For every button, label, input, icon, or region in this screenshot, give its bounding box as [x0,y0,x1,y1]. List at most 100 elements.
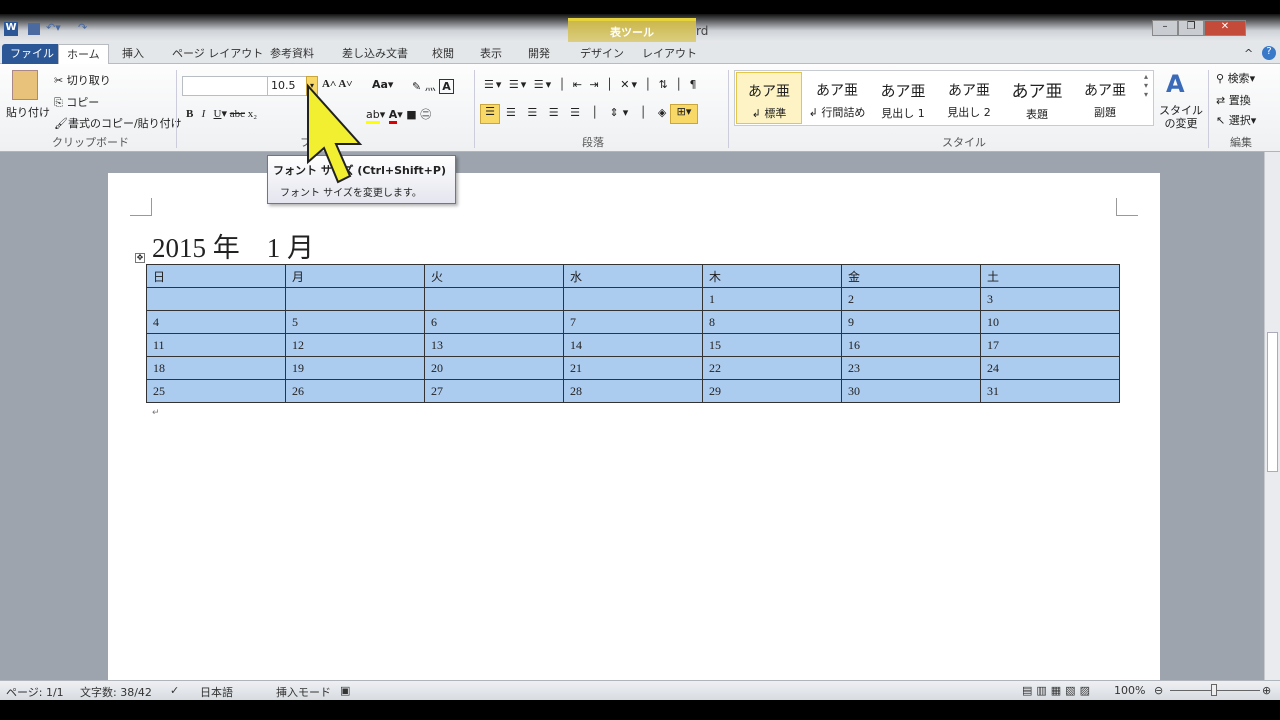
cut-button[interactable]: ✂ 切り取り [54,72,111,88]
zoom-out-button[interactable]: ⊖ [1154,684,1163,697]
restore-button[interactable]: ❐ [1178,20,1204,36]
table-cell[interactable]: 19 [285,356,425,380]
table-cell[interactable]: 23 [841,356,981,380]
tab-review[interactable]: 校閲 [424,44,462,64]
table-cell[interactable]: 1 [702,287,842,311]
mouse-cursor-icon [307,83,363,184]
minimize-button[interactable]: – [1152,20,1178,36]
zoom-slider[interactable] [1170,684,1260,696]
borders-button[interactable]: ⊞▾ [670,104,698,124]
table-cell[interactable]: 15 [702,333,842,357]
style-title[interactable]: あア亜 表題 [1004,72,1070,124]
style-no-spacing[interactable]: あア亜 ↲ 行間詰め [804,72,870,124]
replace-button[interactable]: ⇄ 置換 [1216,92,1251,108]
page-count[interactable]: ページ: 1/1 [6,684,64,700]
styles-scroll[interactable]: ▴ ▾ ▾ [1140,72,1152,124]
table-cell[interactable]: 4 [146,310,286,334]
table-cell[interactable]: 22 [702,356,842,380]
table-cell[interactable]: 25 [146,379,286,403]
table-cell[interactable]: 20 [424,356,564,380]
table-cell[interactable]: 土 [980,264,1120,288]
font-name-input[interactable] [182,76,268,96]
vertical-scrollbar[interactable] [1264,152,1280,680]
change-styles-button[interactable]: スタイルの変更 [1158,104,1204,130]
macro-record-icon[interactable]: ▣ [340,684,350,697]
table-cell[interactable]: 24 [980,356,1120,380]
tab-design[interactable]: デザイン [572,44,632,64]
style-heading-2[interactable]: あア亜 見出し 2 [936,72,1002,124]
tab-home[interactable]: ホーム [58,44,109,64]
table-cell[interactable]: 7 [563,310,703,334]
language-indicator[interactable]: 日本語 [200,684,233,700]
table-cell[interactable]: 2 [841,287,981,311]
table-cell[interactable]: 30 [841,379,981,403]
table-cell[interactable]: 29 [702,379,842,403]
tab-developer[interactable]: 開発 [520,44,558,64]
table-cell[interactable]: 木 [702,264,842,288]
minimize-ribbon-icon[interactable]: ^ [1236,44,1261,64]
table-cell[interactable]: 6 [424,310,564,334]
view-buttons[interactable]: ▤▥▦▧▨ [1022,684,1094,697]
table-cell[interactable]: 10 [980,310,1120,334]
paste-button[interactable]: 貼り付け [6,104,50,120]
zoom-level[interactable]: 100% [1114,684,1145,697]
table-cell[interactable]: 3 [980,287,1120,311]
table-cell[interactable]: 21 [563,356,703,380]
table-cell[interactable]: 9 [841,310,981,334]
tab-file[interactable]: ファイル [2,44,62,64]
font-format-buttons[interactable]: B I U▾ abc x₂ [186,107,257,120]
table-cell[interactable]: 5 [285,310,425,334]
tab-mailings[interactable]: 差し込み文書 [334,44,416,64]
align-left-button[interactable]: ☰ [480,104,500,124]
find-button[interactable]: ⚲ 検索▾ [1216,70,1255,86]
help-icon[interactable]: ? [1262,46,1276,60]
style-normal[interactable]: あア亜 ↲ 標準 [736,72,802,124]
tab-page-layout[interactable]: ページ レイアウト [164,44,271,64]
select-button[interactable]: ↖ 選択▾ [1216,112,1256,128]
table-cell[interactable] [146,287,286,311]
table-cell[interactable]: 13 [424,333,564,357]
align-buttons[interactable]: ☰ ☰ ☰ ☰ │ ⇕▾ │ ◈▾ [506,106,680,119]
change-case-icon[interactable]: Aa▾ [372,78,393,91]
table-cell[interactable]: 水 [563,264,703,288]
tab-references[interactable]: 参考資料 [262,44,322,64]
format-painter-button[interactable]: 🖌書式のコピー/貼り付け [54,115,182,131]
table-cell[interactable] [563,287,703,311]
document-heading[interactable]: 2015 年 1 月 [152,226,314,265]
zoom-in-button[interactable]: ⊕ [1262,684,1271,697]
table-cell[interactable]: 金 [841,264,981,288]
clear-format-icon[interactable]: ✎ ⺣ A [412,78,454,94]
table-cell[interactable]: 火 [424,264,564,288]
highlight-icon[interactable]: ab▾ A▾ ■ ㊁ [366,106,431,124]
clipboard-group-label: クリップボード [52,136,129,149]
table-cell[interactable]: 11 [146,333,286,357]
list-buttons[interactable]: ☰▾ ☰▾ ☰▾ │ ⇤ ⇥ │ ✕▾ │ ⇅ │ ¶ [484,78,699,91]
style-heading-1[interactable]: あア亜 見出し 1 [870,72,936,124]
table-cell[interactable]: 12 [285,333,425,357]
table-move-handle[interactable]: ✥ [135,253,145,263]
proofing-icon[interactable]: ✓ [170,684,179,697]
table-cell[interactable]: 28 [563,379,703,403]
table-cell[interactable]: 14 [563,333,703,357]
table-cell[interactable]: 月 [285,264,425,288]
close-button[interactable]: ✕ [1204,20,1246,36]
table-cell[interactable] [424,287,564,311]
table-cell[interactable]: 27 [424,379,564,403]
tab-layout[interactable]: レイアウト [634,44,705,64]
copy-button[interactable]: ⎘ コピー [54,94,99,110]
tab-view[interactable]: 表示 [472,44,510,64]
table-cell[interactable]: 16 [841,333,981,357]
word-count[interactable]: 文字数: 38/42 [80,684,152,700]
table-cell[interactable]: 8 [702,310,842,334]
table-cell[interactable]: 26 [285,379,425,403]
font-size-input[interactable]: 10.5 [267,76,307,96]
insert-mode[interactable]: 挿入モード [276,684,331,700]
table-cell[interactable] [285,287,425,311]
table-cell[interactable]: 18 [146,356,286,380]
table-cell[interactable]: 17 [980,333,1120,357]
tab-insert[interactable]: 挿入 [114,44,152,64]
calendar-table[interactable]: 日月火水木金土 1 2 3 4 5 6 7 8 9 10 11 12 13 14 15 16 17 18 19 20 21… [146,264,1120,403]
style-subtitle[interactable]: あア亜 副題 [1072,72,1138,124]
table-cell[interactable]: 31 [980,379,1120,403]
table-cell[interactable]: 日 [146,264,286,288]
